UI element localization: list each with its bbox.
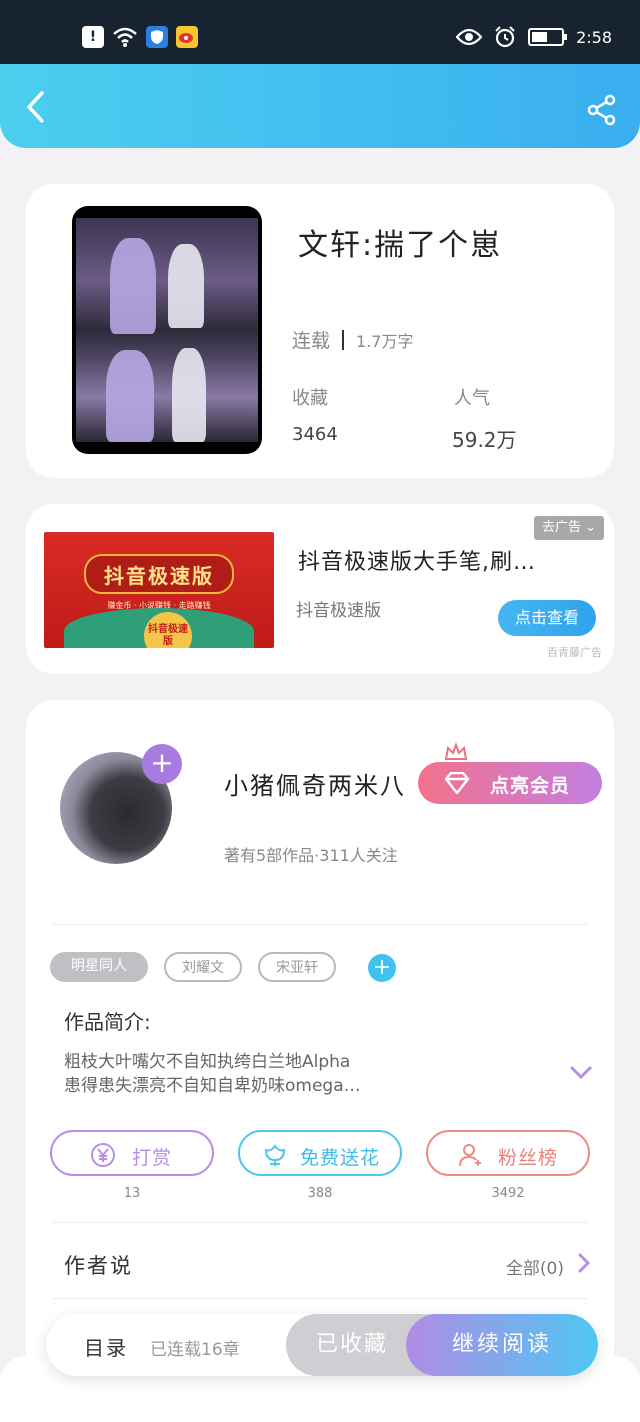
word-count: 1.7万字 xyxy=(356,332,414,351)
divider xyxy=(52,1298,588,1299)
toc-button[interactable]: 目录 xyxy=(84,1332,128,1361)
divider xyxy=(52,924,588,925)
tag-character-2[interactable]: 宋亚轩 xyxy=(258,952,336,982)
ad-image[interactable]: 抖音极速版 赚金币 · 小说赚钱 · 走路赚钱 抖音极速版 xyxy=(44,532,274,648)
toc-chapter-count: 已连载16章 xyxy=(150,1340,240,1360)
ad-brand: 抖音极速版 xyxy=(296,601,381,621)
author-says-label: 作者说 xyxy=(64,1254,133,1278)
status-left-icons: ! xyxy=(82,26,198,48)
intro-line-2: 患得患失漂亮不自知自卑奶味omega… xyxy=(64,1076,361,1096)
chevron-left-icon[interactable] xyxy=(22,90,52,124)
yen-coin-icon xyxy=(91,1143,115,1167)
intro-text: 粗枝大叶嘴欠不自知执绔白兰地Alpha 患得患失漂亮不自知自卑奶味omega… xyxy=(64,1050,404,1098)
send-flower-label: 免费送花 xyxy=(300,1147,381,1169)
tag-character-1[interactable]: 刘耀文 xyxy=(164,952,242,982)
wifi-icon xyxy=(113,27,137,47)
weibo-icon xyxy=(176,26,198,48)
vip-button-label: 点亮会员 xyxy=(490,775,571,797)
fan-ranking-label: 粉丝榜 xyxy=(498,1147,559,1169)
remove-ad-label: 去广告 xyxy=(541,520,581,535)
author-says-all[interactable]: 全部(0) xyxy=(506,1254,564,1279)
crown-icon xyxy=(444,742,468,760)
eye-icon xyxy=(456,28,483,46)
author-meta: 著有5部作品·311人关注 xyxy=(224,846,398,865)
reward-button[interactable]: 打赏 xyxy=(50,1130,214,1176)
remove-ad-button[interactable]: 去广告 ⌄ xyxy=(533,516,604,540)
clock-time: 2:58 xyxy=(576,27,612,47)
follow-plus-icon[interactable]: + xyxy=(142,744,182,784)
book-status: 连载 1.7万字 xyxy=(292,326,413,353)
ad-card[interactable]: 抖音极速版 赚金币 · 小说赚钱 · 走路赚钱 抖音极速版 去广告 ⌄ 抖音极速… xyxy=(26,504,614,674)
top-header xyxy=(0,64,640,148)
flower-count: 388 xyxy=(307,1186,333,1201)
tag-genre[interactable]: 明星同人 xyxy=(50,952,148,982)
fan-user-icon xyxy=(459,1144,481,1167)
chevron-right-icon[interactable] xyxy=(578,1253,590,1273)
share-icon[interactable] xyxy=(586,94,618,126)
ad-title: 抖音极速版大手笔,刷… xyxy=(298,550,536,575)
book-cover[interactable] xyxy=(72,206,262,454)
favorites-label: 收藏 xyxy=(292,388,328,409)
fan-count: 3492 xyxy=(491,1186,525,1201)
status-right-icons: 2:58 xyxy=(456,26,612,48)
continue-reading-button[interactable]: 继续阅读 xyxy=(406,1314,598,1376)
alarm-icon xyxy=(495,26,515,48)
fan-ranking-button[interactable]: 粉丝榜 xyxy=(426,1130,590,1176)
popularity-label: 人气 xyxy=(454,388,490,409)
vip-button[interactable]: 点亮会员 xyxy=(418,762,602,804)
author-name[interactable]: 小猪佩奇两米八 xyxy=(224,766,406,801)
book-info-card: 文轩:揣了个崽 连载 1.7万字 收藏 3464 人气 59.2万 xyxy=(26,184,614,478)
diamond-icon xyxy=(444,772,470,794)
popularity-value: 59.2万 xyxy=(452,428,517,452)
battery-level xyxy=(532,32,548,42)
status-bar: ! 2:58 xyxy=(0,0,640,64)
serial-status: 连载 xyxy=(292,330,331,352)
reward-count: 13 xyxy=(123,1186,141,1201)
ad-image-banner: 抖音极速版 xyxy=(84,554,234,594)
intro-line-1: 粗枝大叶嘴欠不自知执绔白兰地Alpha xyxy=(64,1052,351,1072)
send-flower-button[interactable]: 免费送花 xyxy=(238,1130,402,1176)
cover-photo xyxy=(76,218,258,442)
favorites-value: 3464 xyxy=(292,424,338,445)
ad-source: 百青藤广告 xyxy=(547,646,602,659)
shield-app-icon xyxy=(146,26,168,48)
add-tag-icon[interactable]: + xyxy=(368,954,396,982)
flower-icon xyxy=(264,1144,286,1166)
ad-view-button[interactable]: 点击查看 xyxy=(498,600,596,636)
book-title: 文轩:揣了个崽 xyxy=(298,228,503,263)
alert-icon: ! xyxy=(82,26,104,48)
bottom-action-bar: 目录 已连载16章 已收藏 继续阅读 xyxy=(46,1314,598,1376)
divider xyxy=(52,1222,588,1223)
chevron-down-icon: ⌄ xyxy=(585,520,596,535)
chevron-down-icon[interactable] xyxy=(570,1066,592,1080)
battery-icon xyxy=(528,28,568,46)
reward-label: 打赏 xyxy=(132,1147,173,1169)
intro-label: 作品简介: xyxy=(64,1010,151,1034)
